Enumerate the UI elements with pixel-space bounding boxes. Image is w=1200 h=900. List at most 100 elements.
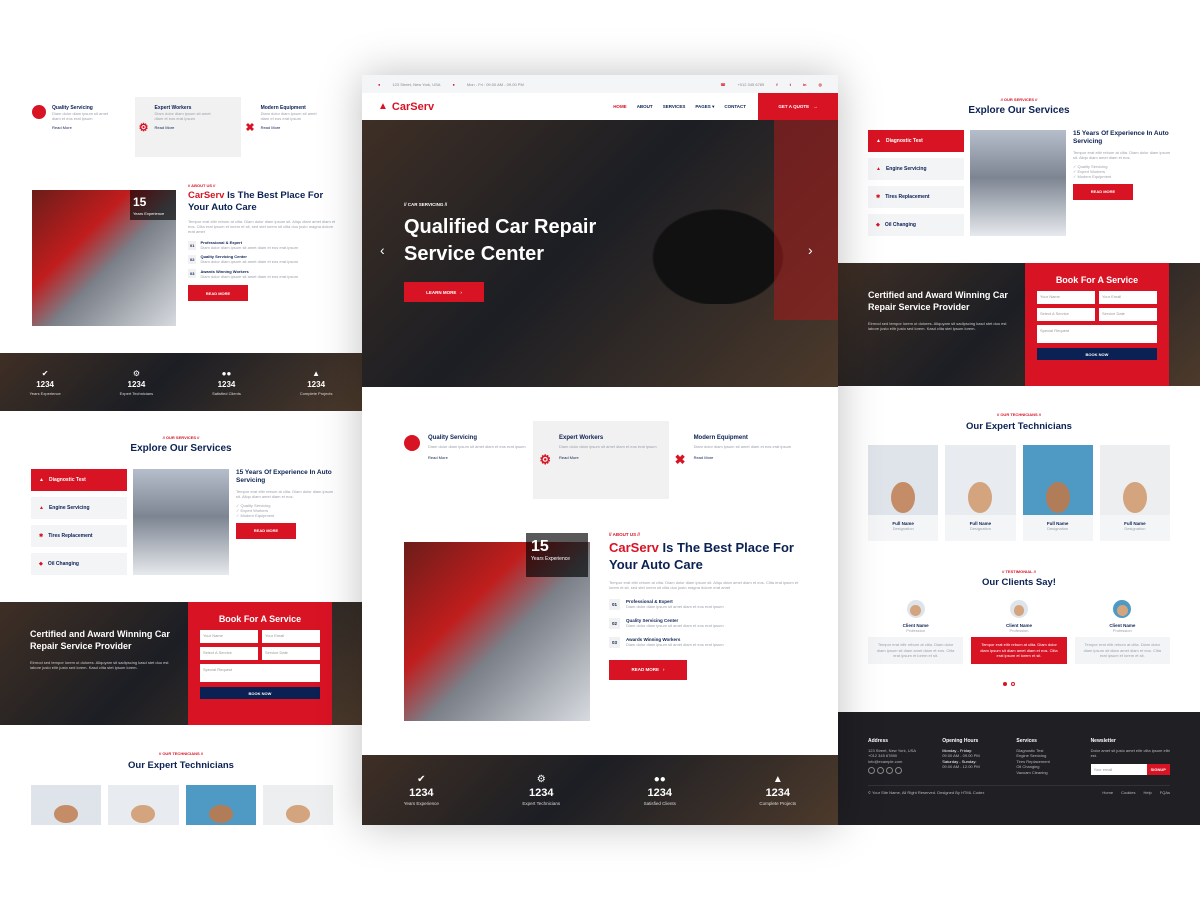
tab-oil-changing[interactable]: ◆ Oil Changing [31, 553, 127, 575]
carousel-dot[interactable] [1011, 682, 1015, 686]
avatar [906, 600, 925, 618]
service-select[interactable]: Select A Service [1037, 308, 1095, 321]
stat-label: Years Experience [29, 390, 61, 396]
carousel-next-icon[interactable]: › [808, 242, 813, 258]
carousel-dot-active[interactable] [1003, 682, 1007, 686]
feature-text: Diam dolor diam ipsum sit amet diam et e… [260, 111, 317, 122]
services-title: Explore Our Services [130, 443, 232, 454]
read-more-link[interactable]: Read More [155, 125, 215, 130]
name-field[interactable]: Your Name [200, 630, 258, 643]
nav-contact[interactable]: CONTACT [724, 104, 746, 110]
team-role: Designation [969, 526, 991, 531]
signup-button[interactable]: SIGNUP [1146, 763, 1170, 775]
twitter-icon[interactable]: t [790, 82, 791, 87]
read-more-link[interactable]: Read More [428, 455, 526, 460]
social-icons [868, 767, 934, 775]
car-icon: ▲ [378, 101, 388, 112]
service-detail: 15 Years Of Experience In Auto Servicing… [236, 469, 336, 539]
footer-service-link[interactable]: Vacuam Cleaning [1016, 770, 1082, 775]
years-badge: 15 Years Experience [130, 190, 176, 220]
read-more-button[interactable]: READ MORE [236, 522, 296, 539]
about-title: CarServ Is The Best Place For Your Auto … [188, 190, 338, 215]
about-item-text: Diam dolor diam ipsum sit amet diam et e… [200, 273, 299, 279]
read-more-button[interactable]: READ MORE [1073, 183, 1133, 200]
service-detail-title: 15 Years Of Experience In Auto Servicing [1073, 130, 1169, 146]
about-title-brand: CarServ [609, 540, 659, 555]
tab-diagnostic-test[interactable]: ▲ Diagnostic Test [31, 469, 127, 491]
footer-link[interactable]: Cookies [1121, 790, 1135, 795]
newsletter-email-input[interactable]: Your email [1090, 763, 1147, 775]
request-field[interactable]: Special Request [1037, 325, 1157, 343]
tab-tires-replacement[interactable]: ✱ Tires Replacement [868, 186, 964, 208]
stat-item: ✔ 1234 Years Experience [29, 369, 60, 396]
tab-engine-servicing[interactable]: ▲ Engine Servicing [868, 158, 964, 180]
read-more-button[interactable]: READ MORE › [609, 659, 687, 680]
stat-number: 1234 [36, 379, 54, 389]
learn-more-button[interactable]: LEARN MORE › [404, 282, 484, 302]
date-field[interactable]: Service Date [262, 647, 320, 660]
get-quote-button[interactable]: GET A QUOTE → [758, 93, 838, 120]
twitter-icon[interactable] [868, 767, 875, 775]
tab-oil-changing[interactable]: ◆ Oil Changing [868, 214, 964, 236]
about-item: 01 Professional & Expert Diam dolor diam… [188, 240, 338, 250]
client-text: Tempor erat elitr rebum at clita. Diam d… [868, 637, 964, 664]
nav-home[interactable]: HOME [613, 104, 627, 110]
email-field[interactable]: Your Email [1099, 291, 1157, 304]
book-now-button[interactable]: BOOK NOW [1037, 348, 1157, 360]
read-more-button[interactable]: READ MORE [188, 285, 248, 302]
nav-pages[interactable]: PAGES ▾ [695, 104, 714, 110]
facebook-icon[interactable] [877, 767, 884, 775]
footer-link[interactable]: Home [1102, 790, 1113, 795]
footer-link[interactable]: Help [1144, 790, 1152, 795]
about-item: 03 Awards Winning Workers Diam dolor dia… [609, 636, 805, 648]
footer-link[interactable]: FQAs [1160, 790, 1170, 795]
stat-item: ⚙ 1234 Expert Technicians [120, 369, 154, 396]
tab-tires-replacement[interactable]: ✱ Tires Replacement [31, 525, 127, 547]
stat-label: Complete Projects [299, 390, 333, 396]
chevron-right-icon: › [663, 667, 665, 673]
brand[interactable]: ▲ CarServ [362, 101, 434, 113]
service-select[interactable]: Select A Service [200, 647, 258, 660]
linkedin-icon[interactable] [895, 767, 902, 775]
read-more-link[interactable]: Read More [261, 125, 321, 130]
feature-title: Quality Servicing [428, 435, 478, 441]
stat-number: 1234 [409, 787, 434, 799]
read-more-link[interactable]: Read More [694, 455, 792, 460]
date-field[interactable]: Service Date [1099, 308, 1157, 321]
services-tabs: ▲ Diagnostic Test ▲ Engine Servicing ✱ Tire… [31, 469, 127, 575]
read-more-link[interactable]: Read More [52, 125, 112, 130]
linkedin-icon[interactable]: in [803, 82, 807, 87]
carousel-dots[interactable] [1003, 682, 1015, 686]
stat-label: Satisfied Clients [212, 390, 241, 396]
instagram-icon[interactable]: ◎ [819, 82, 823, 87]
navbar: ▲ CarServ HOME ABOUT SERVICES PAGES ▾ CO… [362, 93, 838, 120]
book-now-button[interactable]: BOOK NOW [200, 687, 320, 699]
tab-label: Diagnostic Test [48, 477, 86, 483]
car-icon: ▲ [312, 368, 321, 378]
email-field[interactable]: Your Email [262, 630, 320, 643]
name-field[interactable]: Your Name [1037, 291, 1095, 304]
users-cog-icon: ⚙ [536, 774, 546, 785]
services-tabs: ▲ Diagnostic Test ▲ Engine Servicing ✱ Tire… [868, 130, 964, 236]
tab-diagnostic-test[interactable]: ▲ Diagnostic Test [868, 130, 964, 152]
services-title: Explore Our Services [968, 105, 1070, 116]
service-detail-title: 15 Years Of Experience In Auto Servicing [236, 469, 332, 485]
topbar: ● 123 Street, New York, USA ● Mon - Fri : … [362, 75, 838, 93]
nav-services[interactable]: SERVICES [663, 104, 686, 110]
cog-icon: ✱ [39, 533, 44, 539]
testimonial-kicker: // TESTIMONIAL // [1002, 569, 1036, 574]
footer-hours: Opening Hours Monday - Friday: 09.00 AM … [942, 738, 1008, 775]
feature-text: Diam dolor diam ipsum sit amet diam et e… [558, 444, 657, 449]
nav-menu: HOME ABOUT SERVICES PAGES ▾ CONTACT [613, 104, 746, 110]
youtube-icon[interactable] [886, 767, 893, 775]
newsletter-text: Dolor amet sit justo amet elitr clita ip… [1090, 748, 1170, 759]
certificate-icon [32, 105, 46, 119]
nav-about[interactable]: ABOUT [637, 104, 653, 110]
carousel-prev-icon[interactable]: ‹ [380, 242, 385, 258]
facebook-icon[interactable]: f [776, 82, 777, 87]
read-more-link[interactable]: Read More [559, 455, 657, 460]
booking-section: Certified and Award Winning Car Repair S… [838, 263, 1200, 386]
tab-engine-servicing[interactable]: ▲ Engine Servicing [31, 497, 127, 519]
request-field[interactable]: Special Request [200, 664, 320, 682]
team-row: Full Name Designation Full Name Designat… [868, 445, 1170, 541]
